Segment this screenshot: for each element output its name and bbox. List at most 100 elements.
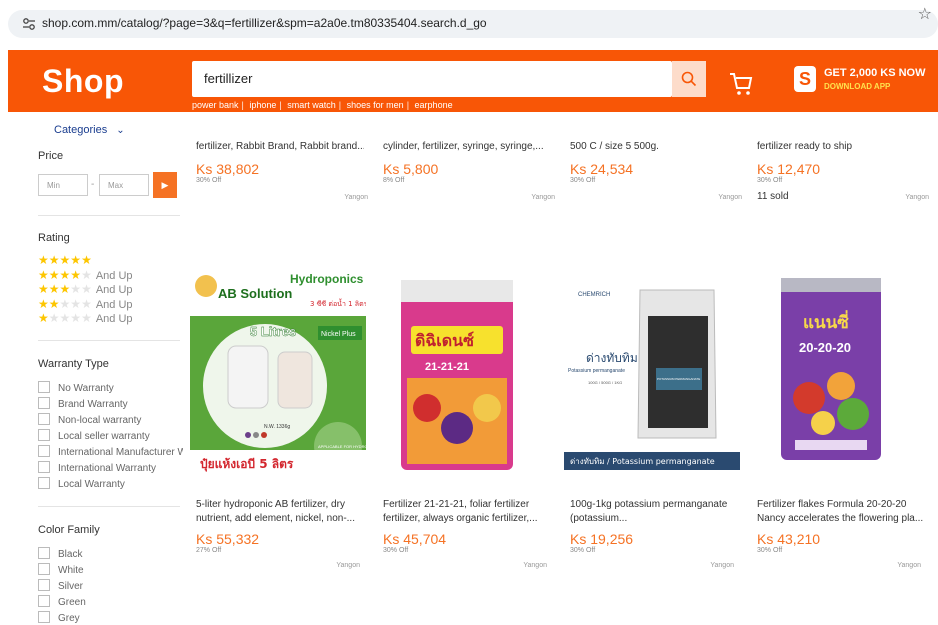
- product-price: Ks 24,534: [570, 161, 634, 177]
- star-icon: ★: [38, 311, 49, 325]
- color-option[interactable]: Green: [38, 595, 183, 609]
- suggestion-link[interactable]: shoes for men: [347, 100, 404, 110]
- suggestion-link[interactable]: power bank: [192, 100, 239, 110]
- checkbox[interactable]: [38, 413, 50, 425]
- color-option[interactable]: Silver: [38, 579, 183, 593]
- warranty-option[interactable]: International Warranty: [38, 461, 183, 475]
- price-max-input[interactable]: Max: [99, 174, 149, 196]
- product-price: Ks 55,332: [196, 531, 260, 547]
- product-price: Ks 45,704: [383, 531, 447, 547]
- address-bar[interactable]: shop.com.mm/catalog/?page=3&q=fertillize…: [8, 10, 938, 38]
- product-image[interactable]: CHEMRICH ด่างทับทิม Potassium permangana…: [564, 268, 740, 474]
- product-card[interactable]: แนนซี่ 20-20-20 Fertilizer flakes Formul…: [751, 268, 929, 578]
- checkbox[interactable]: [38, 397, 50, 409]
- checkbox[interactable]: [38, 595, 50, 607]
- location-label: Yangon: [718, 194, 742, 201]
- warranty-option[interactable]: International Manufacturer W: [38, 445, 183, 459]
- warranty-option-label: International Warranty: [58, 463, 157, 474]
- search-box[interactable]: fertillizer: [192, 61, 672, 97]
- product-price: Ks 19,256: [570, 531, 634, 547]
- checkbox[interactable]: [38, 381, 50, 393]
- product-title[interactable]: Fertilizer flakes Formula 20-20-20: [757, 498, 927, 512]
- suggestion-link[interactable]: earphone: [415, 100, 453, 110]
- url-text[interactable]: shop.com.mm/catalog/?page=3&q=fertillize…: [42, 16, 487, 30]
- star-icon: ★: [70, 253, 82, 267]
- bookmark-star-icon[interactable]: ☆: [918, 4, 932, 24]
- search-input[interactable]: fertillizer: [204, 71, 252, 86]
- price-apply-button[interactable]: ▶: [153, 172, 177, 198]
- product-card[interactable]: cylinder, fertilizer, syringe, syringe,.…: [383, 140, 555, 210]
- svg-text:ด่างทับทิม / Potassium permang: ด่างทับทิม / Potassium permanganate: [570, 457, 715, 466]
- svg-text:APPLICABLE FOR HYDROPONIC SYST: APPLICABLE FOR HYDROPONIC SYSTEM: [318, 444, 366, 449]
- suggestion-link[interactable]: iphone: [249, 100, 276, 110]
- product-title-line2[interactable]: Nancy accelerates the flowering pla...: [757, 512, 927, 526]
- product-card[interactable]: 500 C / size 5 500g. Ks 24,534 30% Off Yang…: [570, 140, 742, 210]
- product-title[interactable]: fertilizer, Rabbit Brand, Rabbit brand..…: [196, 140, 364, 154]
- checkbox[interactable]: [38, 579, 50, 591]
- cart-icon[interactable]: [726, 68, 756, 98]
- product-card[interactable]: ดิฉิเดนซ์ 21-21-21 Fertilizer 21-21-21, …: [377, 268, 555, 578]
- rating-filter-option[interactable]: ★★★★★: [38, 253, 92, 267]
- product-image[interactable]: ดิฉิเดนซ์ 21-21-21: [377, 268, 553, 474]
- product-card[interactable]: fertilizer, Rabbit Brand, Rabbit brand..…: [196, 140, 368, 210]
- checkbox[interactable]: [38, 461, 50, 473]
- price-separator: -: [91, 179, 95, 190]
- star-icon: ★: [59, 296, 71, 311]
- checkbox[interactable]: [38, 429, 50, 441]
- rating-filter-option[interactable]: ★★★★★ And Up: [38, 282, 133, 296]
- product-card[interactable]: CHEMRICH ด่างทับทิม Potassium permangana…: [564, 268, 742, 578]
- color-option[interactable]: Black: [38, 547, 183, 561]
- checkbox[interactable]: [38, 563, 50, 575]
- product-image[interactable]: แนนซี่ 20-20-20: [751, 268, 927, 474]
- star-icon: ★: [59, 253, 71, 267]
- download-app-promo[interactable]: S GET 2,000 KS NOW DOWNLOAD APP: [794, 64, 928, 98]
- star-icon: ★: [70, 282, 82, 296]
- warranty-option[interactable]: Local seller warranty: [38, 429, 183, 443]
- search-button[interactable]: [672, 61, 706, 97]
- product-title[interactable]: fertilizer ready to ship: [757, 140, 925, 154]
- checkbox[interactable]: [38, 611, 50, 623]
- warranty-option[interactable]: Non-local warranty: [38, 413, 183, 427]
- rating-filter-option[interactable]: ★★★★★ And Up: [38, 311, 133, 325]
- color-option[interactable]: White: [38, 563, 183, 577]
- site-header: Shop fertillizer S GET 2,000 KS NOW DOWN…: [8, 50, 938, 112]
- sold-count: 11 sold: [757, 191, 789, 202]
- product-title[interactable]: Fertilizer 21-21-21, foliar fertilizer: [383, 498, 553, 512]
- rating-filter-option[interactable]: ★★★★★ And Up: [38, 268, 133, 282]
- product-title-line2[interactable]: nutrient, add element, nickel, non-...: [196, 512, 366, 526]
- product-image[interactable]: Hydroponics AB Solution 3 ซีซี ต่อน้ำ 1 …: [190, 268, 366, 474]
- divider: [38, 340, 180, 341]
- product-title[interactable]: 100g-1kg potassium permanganate: [570, 498, 740, 512]
- svg-text:5 Litres: 5 Litres: [250, 324, 296, 339]
- color-option-label: Grey: [58, 613, 80, 624]
- site-settings-icon[interactable]: [22, 17, 36, 31]
- svg-text:Hydroponics: Hydroponics: [290, 272, 364, 286]
- checkbox[interactable]: [38, 477, 50, 489]
- product-card[interactable]: Hydroponics AB Solution 3 ซีซี ต่อน้ำ 1 …: [190, 268, 368, 578]
- color-option-label: Silver: [58, 581, 84, 592]
- discount-label: 30% Off: [196, 177, 222, 184]
- warranty-option[interactable]: Local Warranty: [38, 477, 183, 491]
- suggestion-link[interactable]: smart watch: [287, 100, 336, 110]
- price-min-input[interactable]: Min: [38, 174, 88, 196]
- color-option-label: Black: [58, 549, 83, 560]
- categories-dropdown[interactable]: Categories ⌄: [54, 124, 125, 136]
- product-card[interactable]: fertilizer ready to ship Ks 12,470 30% Off…: [757, 140, 929, 210]
- checkbox[interactable]: [38, 547, 50, 559]
- svg-text:ดิฉิเดนซ์: ดิฉิเดนซ์: [415, 331, 474, 350]
- warranty-option[interactable]: No Warranty: [38, 381, 183, 395]
- site-logo[interactable]: Shop: [42, 63, 124, 100]
- product-title-line2[interactable]: (potassium...: [570, 512, 740, 526]
- rating-filter-option[interactable]: ★★★★★ And Up: [38, 297, 133, 311]
- product-title[interactable]: cylinder, fertilizer, syringe, syringe,.…: [383, 140, 551, 154]
- warranty-filter-title: Warranty Type: [38, 358, 109, 370]
- promo-subtitle: DOWNLOAD APP: [824, 82, 891, 91]
- product-title-line2[interactable]: fertilizer, always organic fertilizer,..…: [383, 512, 553, 526]
- color-option[interactable]: Grey: [38, 611, 183, 625]
- warranty-option[interactable]: Brand Warranty: [38, 397, 183, 411]
- checkbox[interactable]: [38, 445, 50, 457]
- product-title[interactable]: 5-liter hydroponic AB fertilizer, dry: [196, 498, 366, 512]
- product-title[interactable]: 500 C / size 5 500g.: [570, 140, 738, 154]
- rating-filter-title: Rating: [38, 232, 70, 244]
- product-price: Ks 12,470: [757, 161, 821, 177]
